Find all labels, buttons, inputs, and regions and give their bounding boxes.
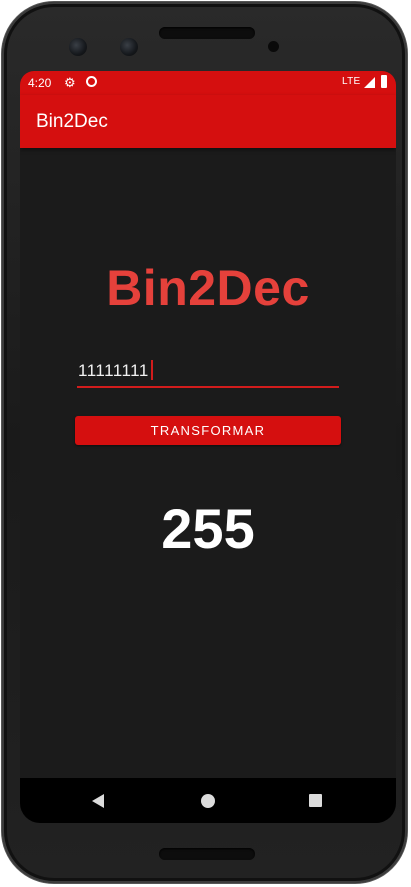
page-heading: Bin2Dec bbox=[106, 260, 310, 316]
battery-icon bbox=[381, 75, 387, 88]
status-time: 4:20 bbox=[28, 76, 52, 90]
transform-button[interactable]: TRANSFORMAR bbox=[75, 416, 341, 445]
navigation-bar bbox=[20, 778, 396, 823]
app-bar: Bin2Dec bbox=[20, 95, 396, 148]
recents-icon[interactable] bbox=[309, 794, 322, 807]
transform-button-label: TRANSFORMAR bbox=[150, 423, 266, 438]
network-type: LTE bbox=[342, 76, 361, 87]
front-camera bbox=[69, 38, 87, 56]
settings-gear-icon: ⚙ bbox=[64, 75, 76, 90]
back-icon[interactable] bbox=[92, 794, 104, 808]
text-caret bbox=[150, 360, 153, 380]
home-icon[interactable] bbox=[201, 794, 215, 808]
app-bar-title: Bin2Dec bbox=[36, 111, 108, 132]
proximity-sensor bbox=[268, 41, 279, 52]
phone-frame: 4:20 ⚙ LTE Bin2Dec Bin2Dec 11111111 TRAN… bbox=[2, 2, 407, 883]
bottom-speaker bbox=[159, 848, 255, 860]
status-bar: 4:20 ⚙ LTE bbox=[20, 71, 396, 95]
sync-circle-icon bbox=[86, 76, 97, 87]
app-screen: 4:20 ⚙ LTE Bin2Dec Bin2Dec 11111111 TRAN… bbox=[20, 71, 396, 823]
binary-input-field[interactable]: 11111111 bbox=[77, 354, 339, 388]
front-camera-secondary bbox=[120, 38, 138, 56]
top-speaker bbox=[159, 27, 255, 39]
binary-input-value[interactable]: 11111111 bbox=[78, 360, 153, 381]
signal-icon bbox=[364, 77, 375, 88]
decimal-result: 255 bbox=[161, 497, 255, 560]
